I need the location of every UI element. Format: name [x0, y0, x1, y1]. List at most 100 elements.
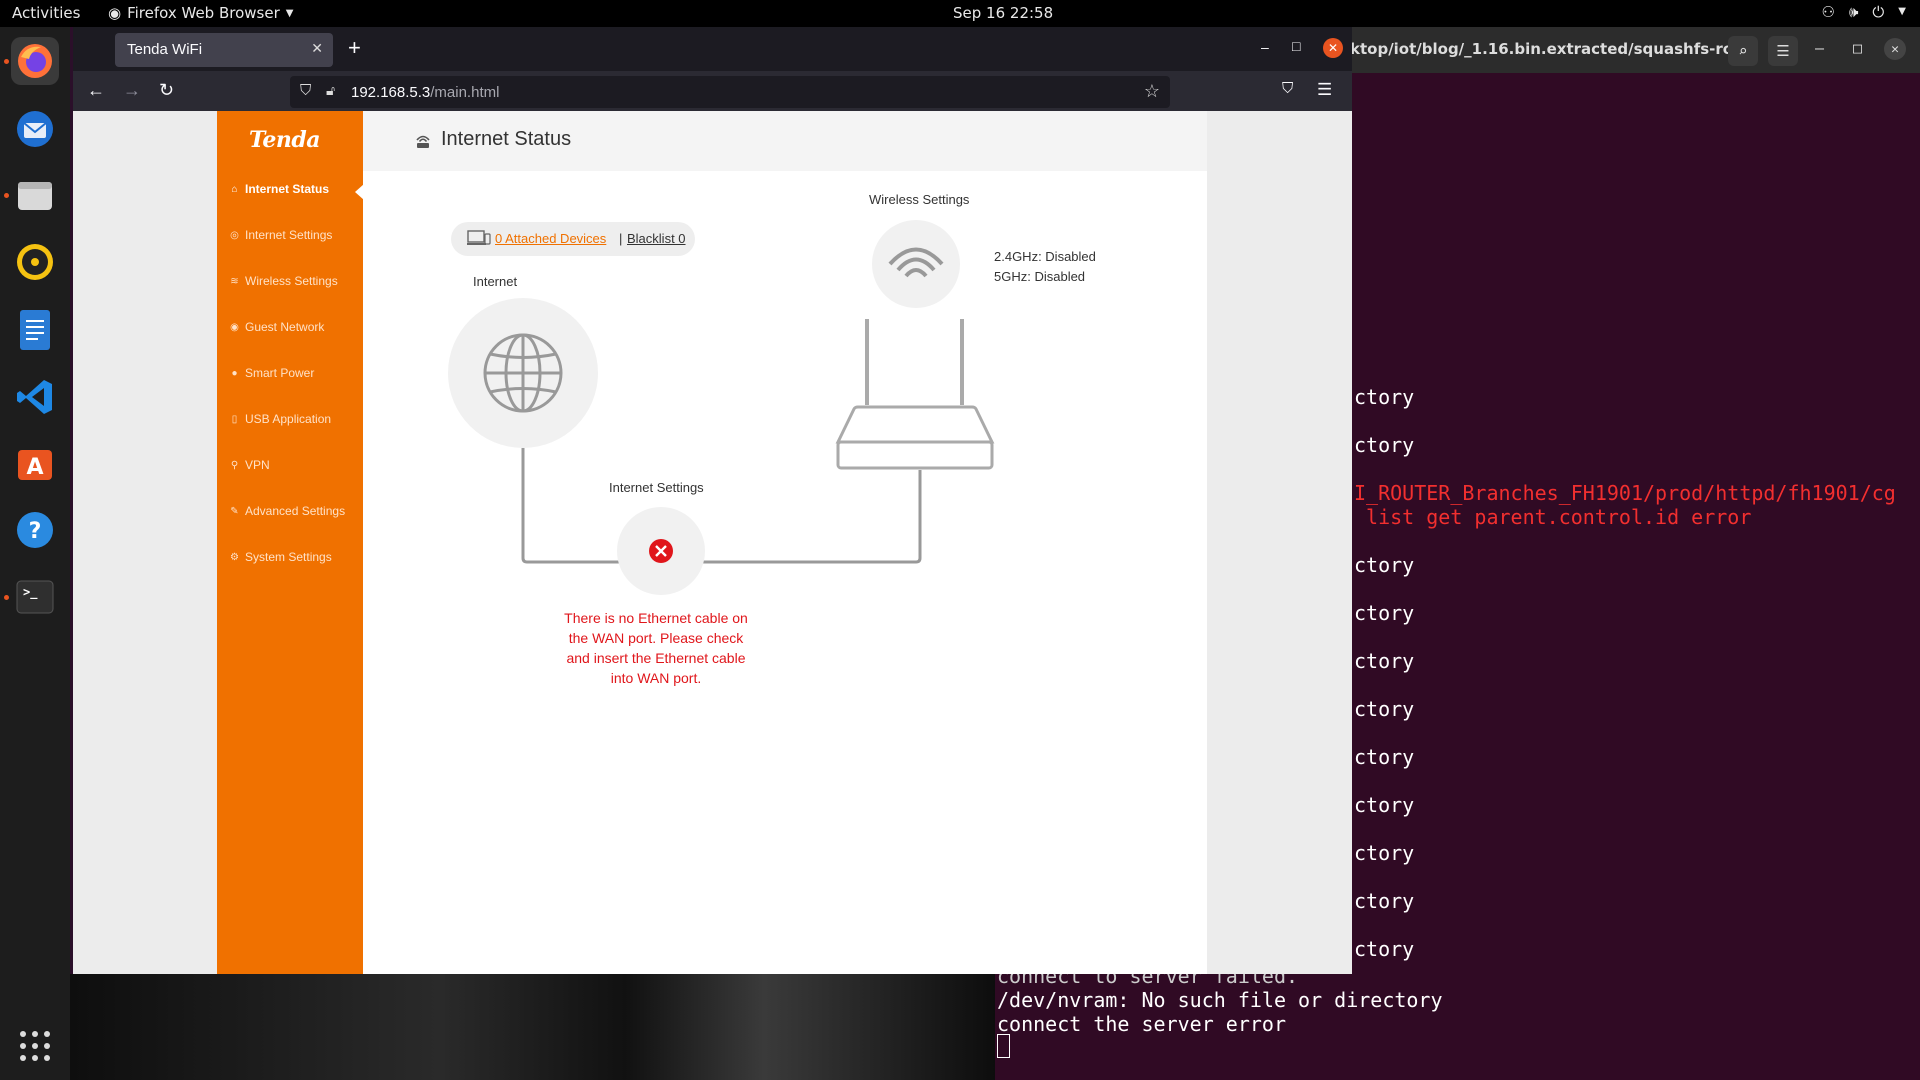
tray-arrow-icon: ▼	[1898, 6, 1906, 17]
internet-link-line	[521, 448, 621, 564]
app-menu-label: Firefox Web Browser	[127, 4, 280, 22]
wifi-24ghz-status: 2.4GHz: Disabled	[994, 249, 1096, 264]
sidebar-item-label: Wireless Settings	[245, 274, 338, 288]
network-icon: ⚇	[1821, 3, 1835, 21]
terminal-line: I_ROUTER_Branches_FH1901/prod/httpd/fh19…	[1354, 481, 1896, 505]
clock[interactable]: Sep 16 22:58	[953, 4, 1053, 22]
new-tab-icon[interactable]: +	[348, 35, 361, 61]
globe-icon: ◎	[230, 229, 239, 241]
lock-icon[interactable]: 🔓︎	[326, 82, 335, 99]
error-status-icon	[617, 507, 705, 595]
rhythmbox-dock-icon[interactable]	[11, 238, 59, 286]
minimize-icon[interactable]: –	[1261, 39, 1269, 55]
terminal-line: ctory	[1354, 385, 1415, 409]
wan-error-message: There is no Ethernet cable on the WAN po…	[564, 610, 748, 686]
internet-globe-icon	[448, 298, 598, 448]
tab-strip: Tenda WiFi ✕ + – □ ✕	[73, 27, 1352, 71]
help-dock-icon[interactable]: ?	[11, 506, 59, 554]
dropdown-arrow-icon: ▼	[285, 7, 294, 19]
pocket-icon[interactable]: ⛉	[1282, 80, 1293, 97]
terminal-line: ctory	[1354, 433, 1415, 457]
terminal-line: ctory	[1354, 553, 1415, 577]
terminal-line: ctory	[1354, 841, 1415, 865]
system-tray[interactable]: ⚇ 🕪 ⏻ ▼	[1822, 3, 1906, 21]
sidebar-item-smart-power[interactable]: ● Smart Power	[229, 366, 314, 380]
page-title: Internet Status	[441, 128, 572, 150]
attached-devices-link[interactable]: 0 Attached Devices	[495, 231, 606, 246]
bookmark-star-icon[interactable]: ☆	[1144, 81, 1160, 102]
hamburger-menu-icon[interactable]: ☰	[1317, 80, 1332, 100]
reload-icon[interactable]: ↻	[159, 80, 174, 101]
thunderbird-dock-icon[interactable]	[11, 105, 59, 153]
url-path: /main.html	[430, 84, 500, 101]
internet-label: Internet	[473, 274, 518, 289]
sidebar-item-usb-application[interactable]: ▯ USB Application	[229, 412, 331, 426]
activities-button[interactable]: Activities	[12, 4, 80, 22]
sidebar-item-wireless-settings[interactable]: ≋ Wireless Settings	[229, 274, 338, 288]
firefox-dock-icon[interactable]	[11, 37, 59, 85]
gear-icon: ⚙	[230, 551, 239, 563]
nav-bar: ← → ↻ ⛉ 🔓︎ 192.168.5.3/main.html ☆ ⛉ ☰	[73, 71, 1352, 111]
app-menu[interactable]: ◉ Firefox Web Browser ▼	[108, 4, 293, 22]
terminal-line: ctory	[1354, 745, 1415, 769]
close-window-icon[interactable]: ✕	[1323, 38, 1343, 58]
status-icon: ⌂	[231, 183, 238, 195]
sidebar-item-advanced-settings[interactable]: ✎ Advanced Settings	[229, 504, 345, 518]
sidebar-item-internet-settings[interactable]: ◎ Internet Settings	[229, 228, 332, 242]
power-icon: ●	[231, 367, 238, 379]
terminal-line: ctory	[1354, 649, 1415, 673]
terminal-search-icon[interactable]: ⌕	[1728, 36, 1758, 66]
svg-text:>_: >_	[23, 585, 38, 600]
blacklist-link[interactable]: Blacklist 0	[627, 231, 686, 246]
sidebar-item-guest-network[interactable]: ◉ Guest Network	[229, 320, 324, 334]
tab-close-icon[interactable]: ✕	[311, 40, 323, 57]
router-link-line	[701, 470, 922, 564]
back-icon[interactable]: ←	[87, 80, 105, 101]
sidebar-item-internet-status[interactable]: ⌂ Internet Status	[229, 182, 329, 196]
vscode-dock-icon[interactable]	[11, 373, 59, 421]
forward-icon[interactable]: →	[123, 80, 141, 101]
dock: A ? >_	[0, 27, 70, 1080]
page-viewport: Tenda ⌂ Internet Status ◎ Internet Settings…	[73, 111, 1352, 974]
devices-icon	[467, 230, 491, 249]
running-indicator	[4, 193, 9, 198]
desktop-wallpaper	[70, 974, 995, 1080]
sidebar-item-label: Guest Network	[245, 320, 325, 334]
svg-text:?: ?	[29, 519, 42, 544]
url-host: 192.168.5.3	[351, 84, 431, 101]
software-dock-icon[interactable]: A	[11, 439, 59, 487]
tools-icon: ✎	[230, 505, 239, 517]
wifi-signal-icon	[872, 220, 960, 308]
terminal-minimize-icon[interactable]: –	[1815, 39, 1824, 57]
top-bar: Activities ◉ Firefox Web Browser ▼ Sep 1…	[0, 0, 1920, 27]
tab-tenda-wifi[interactable]: Tenda WiFi ✕	[115, 33, 333, 67]
show-apps-icon[interactable]	[11, 1022, 59, 1070]
terminal-close-icon[interactable]: ✕	[1884, 38, 1906, 60]
files-dock-icon[interactable]	[11, 171, 59, 219]
wireless-settings-label: Wireless Settings	[869, 192, 970, 207]
terminal-line: ctory	[1354, 889, 1415, 913]
writer-dock-icon[interactable]	[11, 306, 59, 354]
terminal-cursor	[997, 1034, 1010, 1058]
terminal-dock-icon[interactable]: >_	[11, 573, 59, 621]
terminal-menu-icon[interactable]: ☰	[1768, 36, 1798, 66]
status-title-icon	[415, 133, 431, 154]
content-header: Internet Status	[363, 111, 1207, 171]
sidebar-item-label: Internet Status	[245, 182, 330, 196]
sidebar-item-label: Advanced Settings	[245, 504, 346, 518]
sidebar-item-label: USB Application	[245, 412, 332, 426]
sidebar-item-label: System Settings	[245, 550, 332, 564]
volume-icon: 🕪	[1848, 3, 1859, 21]
maximize-icon[interactable]: □	[1292, 38, 1300, 54]
firefox-window[interactable]: Tenda WiFi ✕ + – □ ✕ ← → ↻ ⛉ 🔓︎ 192.168.…	[73, 27, 1352, 974]
terminal-maximize-icon[interactable]: □	[1853, 39, 1862, 57]
terminal-line: /dev/nvram: No such file or directory	[997, 988, 1443, 1012]
sidebar-item-system-settings[interactable]: ⚙ System Settings	[229, 550, 332, 564]
main-content: Internet Status 0 Attached Devices | Bla…	[363, 111, 1207, 974]
internet-settings-label: Internet Settings	[609, 480, 704, 495]
svg-text:A: A	[26, 455, 43, 480]
url-bar[interactable]: ⛉ 🔓︎ 192.168.5.3/main.html ☆	[290, 76, 1170, 108]
sidebar-item-vpn[interactable]: ⚲ VPN	[229, 458, 270, 472]
terminal-line: list get parent.control.id error	[1354, 505, 1752, 529]
tracking-shield-icon[interactable]: ⛉	[300, 82, 311, 99]
